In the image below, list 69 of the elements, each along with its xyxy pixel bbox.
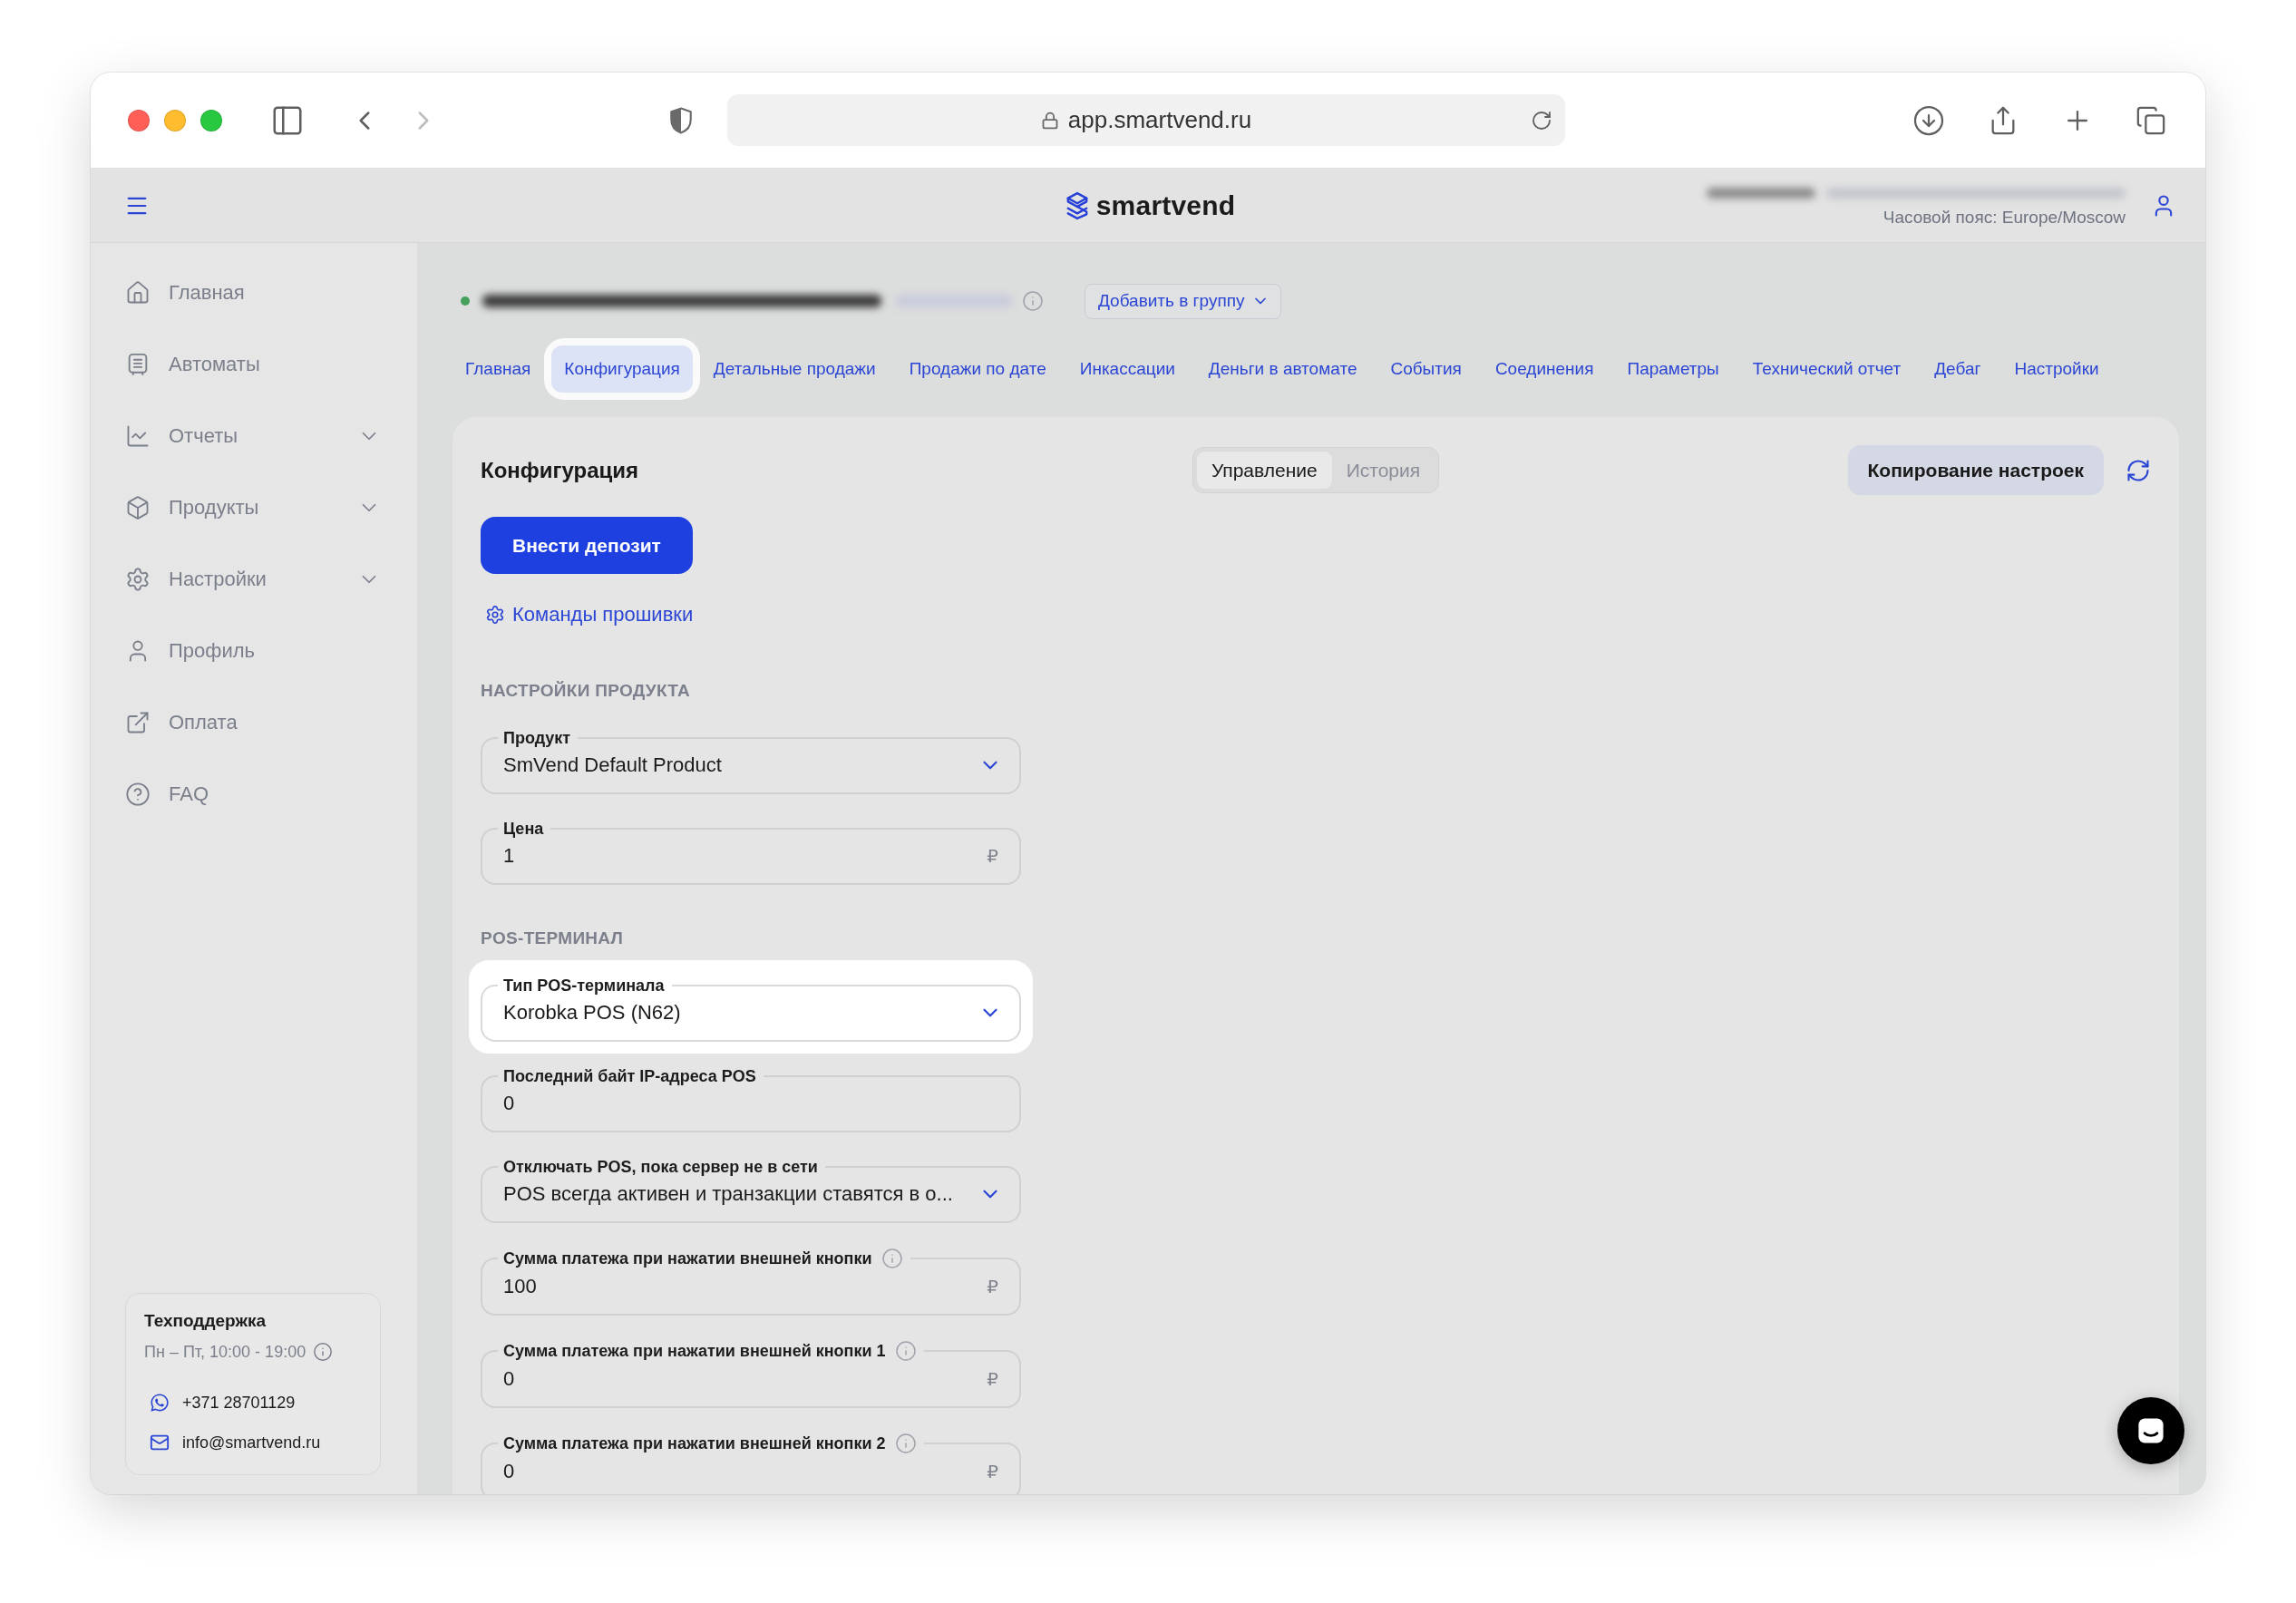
tab[interactable]: Детальные продажи: [700, 345, 889, 393]
input-field[interactable]: Сумма платежа при нажатии внешней кнопки 1 0 ₽: [481, 1340, 1021, 1408]
field-label: Сумма платежа при нажатии внешней кнопки: [503, 1248, 872, 1268]
currency-sign: ₽: [987, 1368, 999, 1390]
address-bar[interactable]: app.smartvend.ru: [727, 94, 1565, 146]
chat-icon: [2135, 1415, 2166, 1446]
email-text: info@smartvend.ru: [182, 1433, 321, 1452]
section-title: POS-ТЕРМИНАЛ: [481, 928, 625, 948]
mode-tab[interactable]: Управление: [1196, 452, 1332, 489]
input-field[interactable]: Сумма платежа при нажатии внешней кнопки 2 0 ₽: [481, 1433, 1021, 1494]
shield-icon[interactable]: [669, 106, 693, 134]
timezone-text: Часовой пояс: Europe/Moscow: [1883, 207, 2126, 228]
field-label: Сумма платежа при нажатии внешней кнопки 2: [503, 1433, 886, 1453]
tab[interactable]: Главная: [452, 345, 544, 393]
support-hours: Пн – Пт, 10:00 - 19:00: [144, 1342, 306, 1363]
tab[interactable]: Технический отчет: [1739, 345, 1914, 393]
field-label: Последний байт IP-адреса POS: [503, 1066, 756, 1086]
reload-icon[interactable]: [1531, 109, 1552, 131]
field-label: Тип POS-терминала: [503, 976, 665, 996]
panel-title: Конфигурация: [481, 457, 639, 483]
sidebar-item[interactable]: Главная: [125, 257, 381, 328]
input-field[interactable]: Последний байт IP-адреса POS 0: [481, 1066, 1021, 1132]
refresh-icon[interactable]: [2126, 457, 2151, 483]
tab[interactable]: Настройки: [2001, 345, 2112, 393]
lock-icon: [1040, 111, 1059, 130]
sidebar-item[interactable]: Продукты: [125, 471, 381, 543]
currency-sign: ₽: [987, 1461, 999, 1482]
field-label: Цена: [503, 819, 544, 839]
tab[interactable]: Продажи по дате: [896, 345, 1059, 393]
phone-text: +371 28701129: [182, 1393, 296, 1413]
settings-icon: [485, 605, 505, 625]
info-icon[interactable]: [313, 1342, 334, 1362]
firmware-commands-link[interactable]: Команды прошивки: [485, 602, 694, 627]
tab[interactable]: Конфигурация: [551, 345, 693, 393]
overlapping-squares-icon[interactable]: [2135, 104, 2166, 136]
deposit-button[interactable]: Внести депозит: [481, 517, 693, 574]
sidebar-item[interactable]: Профиль: [125, 615, 381, 686]
cube-icon: [125, 494, 151, 520]
tab[interactable]: Деньги в автомате: [1195, 345, 1370, 393]
help-icon: [125, 781, 151, 807]
field-label: Отключать POS, пока сервер не в сети: [503, 1157, 818, 1177]
home-icon: [125, 279, 151, 306]
tab[interactable]: Параметры: [1614, 345, 1732, 393]
tab[interactable]: Соединения: [1482, 345, 1607, 393]
tab[interactable]: Инкассации: [1066, 345, 1188, 393]
sidebar-item[interactable]: Отчеты: [125, 400, 381, 471]
download-icon[interactable]: [1912, 103, 1945, 137]
field-label: Продукт: [503, 728, 571, 748]
settings-icon: [125, 566, 151, 592]
currency-sign: ₽: [987, 1276, 999, 1297]
copy-settings-button[interactable]: Копирование настроек: [1847, 445, 2104, 495]
phone-bubble-icon: [150, 1393, 170, 1413]
tab[interactable]: События: [1377, 345, 1474, 393]
sidebar-item[interactable]: Оплата: [125, 686, 381, 758]
support-title: Техподдержка: [144, 1310, 267, 1332]
window-maximize-button[interactable]: [200, 109, 222, 131]
logo-text: smartvend: [1095, 189, 1236, 221]
mail-icon: [150, 1433, 170, 1452]
input-field[interactable]: Сумма платежа при нажатии внешней кнопки 100 ₽: [481, 1248, 1021, 1316]
sidebar-item[interactable]: Настройки: [125, 543, 381, 615]
sidebar-item[interactable]: FAQ: [125, 758, 381, 830]
tab[interactable]: Дебаг: [1921, 345, 1994, 393]
field-label: Сумма платежа при нажатии внешней кнопки 1: [503, 1341, 886, 1361]
section-title: НАСТРОЙКИ ПРОДУКТА: [481, 681, 691, 701]
add-to-group-button[interactable]: Добавить в группу: [1085, 283, 1282, 319]
sidebar-item[interactable]: Автоматы: [125, 328, 381, 400]
window-close-button[interactable]: [128, 109, 150, 131]
logo-icon: [1065, 190, 1089, 220]
currency-sign: ₽: [987, 845, 999, 867]
